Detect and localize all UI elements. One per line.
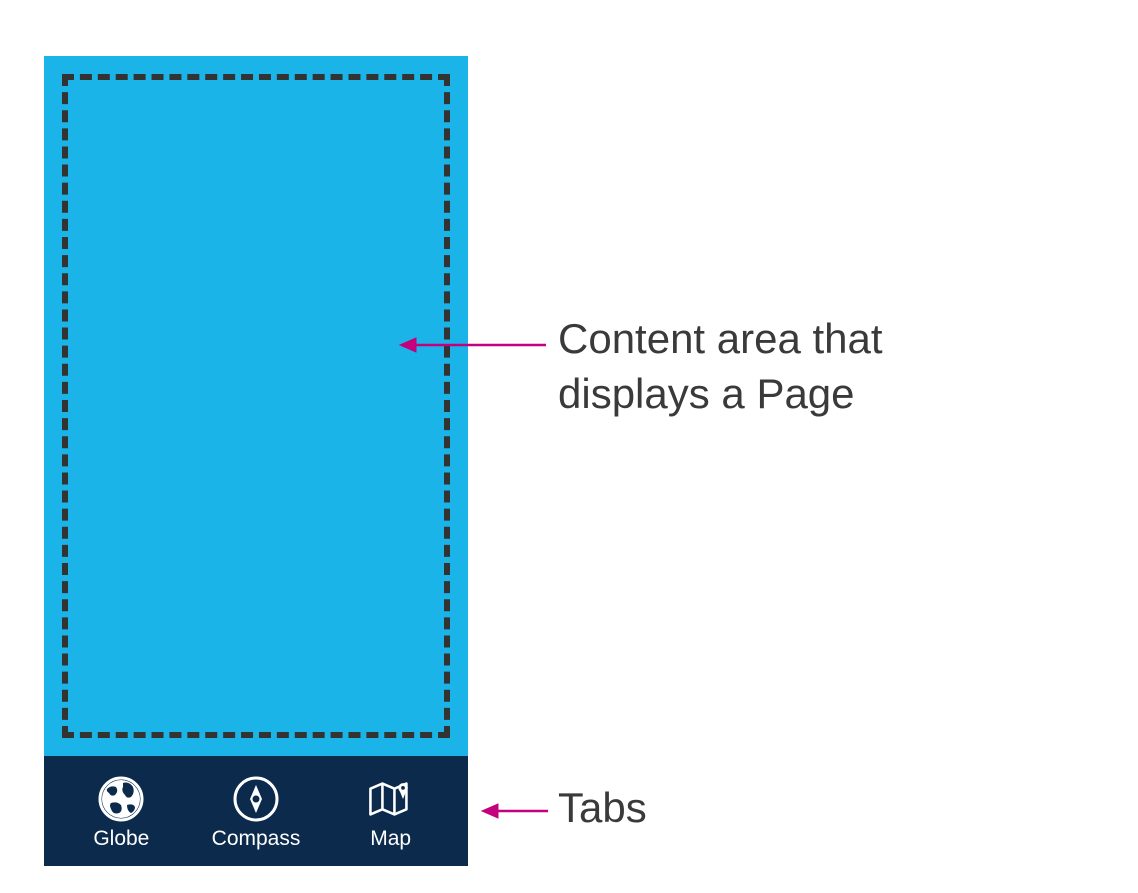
phone-frame: Globe Compass — [44, 56, 468, 866]
page-content-placeholder — [62, 74, 450, 738]
tab-label: Compass — [212, 827, 301, 851]
annotation-text: Tabs — [558, 784, 647, 831]
tab-bar: Globe Compass — [44, 756, 468, 866]
annotation-text: displays a — [558, 370, 756, 417]
arrow-content — [398, 330, 548, 360]
annotation-tabs: Tabs — [558, 784, 647, 832]
tab-label: Map — [370, 827, 411, 851]
map-icon — [367, 775, 415, 823]
globe-icon — [97, 775, 145, 823]
tab-label: Globe — [93, 827, 149, 851]
tab-globe[interactable]: Globe — [54, 765, 189, 851]
arrow-tabs — [480, 796, 550, 826]
annotation-content-area: Content area that displays a Page — [558, 312, 883, 421]
annotation-text: Content area that — [558, 315, 883, 362]
tab-map[interactable]: Map — [323, 765, 458, 851]
compass-icon — [232, 775, 280, 823]
annotation-text-bold: Page — [756, 370, 854, 417]
content-area — [44, 56, 468, 756]
tab-compass[interactable]: Compass — [189, 765, 324, 851]
